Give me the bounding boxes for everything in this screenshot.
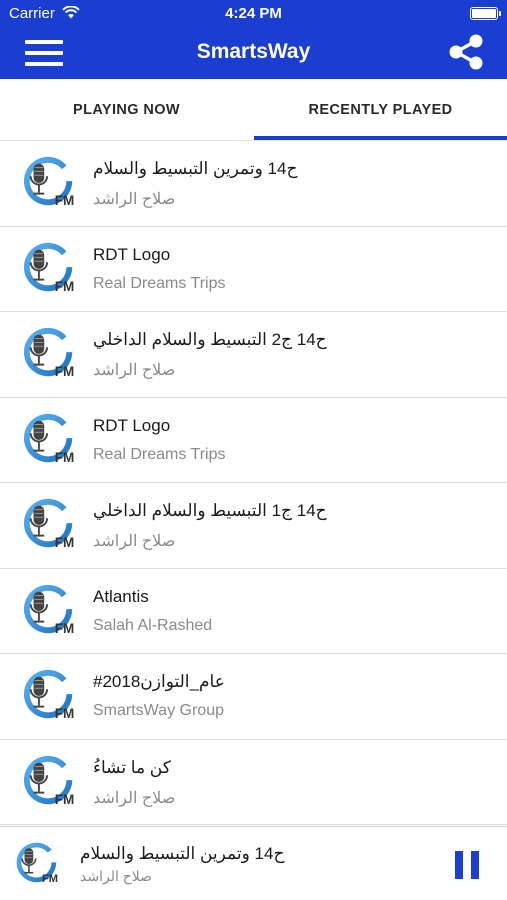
track-artwork: FM <box>22 326 78 387</box>
tab-playing-now[interactable]: PLAYING NOW <box>0 79 253 141</box>
now-playing-title: ح14 وتمرين التبسيط والسلام <box>80 844 285 863</box>
svg-text:FM: FM <box>55 193 74 208</box>
track-subtitle: Real Dreams Trips <box>93 445 226 463</box>
list-item[interactable]: FM ح14 ج2 التبسيط والسلام الداخلي صلاح ا… <box>0 312 507 398</box>
status-bar: Carrier 4:24 PM <box>0 0 507 26</box>
fm-microphone-icon: FM <box>23 413 74 465</box>
fm-microphone-icon: FM <box>23 242 74 294</box>
list-item[interactable]: FM Atlantis Salah Al-Rashed <box>0 568 507 654</box>
list-item[interactable]: FM RDT Logo Real Dreams Trips <box>0 397 507 483</box>
now-playing-artwork: FM <box>15 841 61 892</box>
track-subtitle: Real Dreams Trips <box>93 274 226 292</box>
battery-icon <box>470 7 501 20</box>
list-item[interactable]: FM كن ما تشاءُ صلاح الراشد <box>0 739 507 825</box>
list-item[interactable]: FM ح14 ج1 التبسيط والسلام الداخلي صلاح ا… <box>0 483 507 569</box>
fm-microphone-icon: FM <box>23 156 74 208</box>
track-subtitle: صلاح الراشد <box>93 533 176 550</box>
fm-microphone-icon: FM <box>23 669 74 721</box>
svg-text:FM: FM <box>55 706 74 721</box>
list-item[interactable]: FM #عام_التوازن2018 SmartsWay Group <box>0 654 507 740</box>
svg-text:FM: FM <box>55 279 74 294</box>
track-artwork: FM <box>22 155 78 216</box>
track-title: ح14 ج2 التبسيط والسلام الداخلي <box>93 330 327 349</box>
track-artwork: FM <box>22 754 78 815</box>
track-title: كن ما تشاءُ <box>93 757 171 777</box>
track-artwork: FM <box>22 412 78 473</box>
track-title: RDT Logo <box>93 415 171 435</box>
fm-microphone-icon: FM <box>23 755 74 807</box>
pause-icon[interactable] <box>455 851 479 879</box>
fm-microphone-icon: FM <box>16 842 58 885</box>
clock: 4:24 PM <box>225 5 282 22</box>
share-icon[interactable] <box>447 33 485 71</box>
track-title: #عام_التوازن2018 <box>93 672 225 691</box>
fm-microphone-icon: FM <box>23 584 74 636</box>
list-item[interactable]: FM ح14 وتمرين التبسيط والسلام صلاح الراش… <box>0 141 507 227</box>
track-title: RDT Logo <box>93 244 171 264</box>
track-subtitle: صلاح الراشد <box>93 362 176 379</box>
track-subtitle: صلاح الراشد <box>93 191 176 208</box>
track-title: ح14 ج1 التبسيط والسلام الداخلي <box>93 501 327 520</box>
track-title: Atlantis <box>93 586 149 606</box>
track-title: ح14 وتمرين التبسيط والسلام <box>93 159 298 178</box>
track-subtitle: صلاح الراشد <box>93 789 176 807</box>
track-artwork: FM <box>22 497 78 558</box>
now-playing-subtitle: صلاح الراشد <box>80 868 153 884</box>
list-item[interactable]: FM RDT Logo Real Dreams Trips <box>0 226 507 312</box>
tab-bar: PLAYING NOW RECENTLY PLAYED <box>0 79 507 141</box>
fm-microphone-icon: FM <box>23 327 74 379</box>
track-subtitle: SmartsWay Group <box>93 702 224 719</box>
app-title: SmartsWay <box>196 40 311 63</box>
svg-text:FM: FM <box>55 535 74 550</box>
tab-recently-played[interactable]: RECENTLY PLAYED <box>254 79 507 141</box>
svg-text:FM: FM <box>42 873 58 885</box>
svg-text:FM: FM <box>55 364 74 379</box>
track-artwork: FM <box>22 668 78 729</box>
now-playing-bar[interactable]: FM ح14 وتمرين التبسيط والسلام صلاح الراش… <box>0 826 507 900</box>
svg-text:FM: FM <box>55 792 74 807</box>
svg-text:FM: FM <box>55 621 74 636</box>
recently-played-list: FM ح14 وتمرين التبسيط والسلام صلاح الراش… <box>0 141 507 825</box>
fm-microphone-icon: FM <box>23 498 74 550</box>
svg-text:FM: FM <box>55 450 74 465</box>
app-header: Carrier 4:24 PM SmartsWay <box>0 0 507 79</box>
track-artwork: FM <box>22 583 78 644</box>
track-subtitle: Salah Al-Rashed <box>93 616 213 634</box>
track-artwork: FM <box>22 241 78 302</box>
tab-selected-indicator <box>254 136 507 140</box>
